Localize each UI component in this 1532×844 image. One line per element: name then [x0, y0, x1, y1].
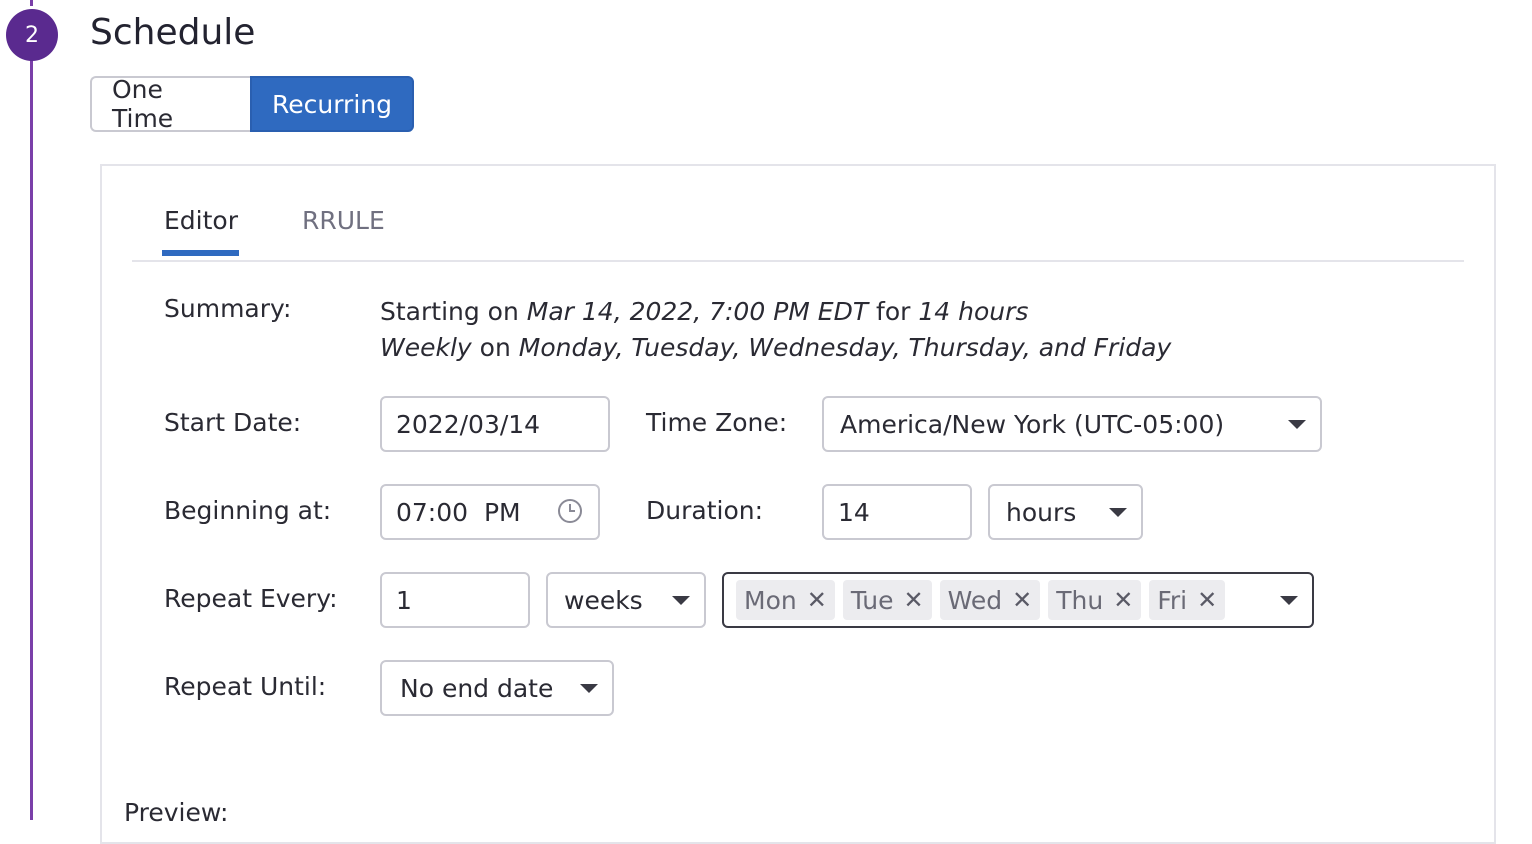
summary-line-2: Weekly on Monday, Tuesday, Wednesday, Th… — [380, 333, 1172, 362]
time-zone-label: Time Zone: — [646, 408, 788, 437]
chevron-down-icon — [580, 684, 598, 693]
one-time-button[interactable]: One Time — [90, 75, 250, 133]
beginning-at-time-input[interactable]: 07:00 PM — [380, 484, 600, 540]
duration-unit-select[interactable]: hours — [988, 484, 1143, 540]
beginning-at-label: Beginning at: — [164, 496, 332, 525]
repeat-until-value: No end date — [400, 673, 554, 703]
close-icon[interactable]: ✕ — [1113, 586, 1133, 614]
time-zone-value: America/New York (UTC-05:00) — [840, 409, 1225, 439]
section-title: Schedule — [90, 12, 256, 53]
preview-label: Preview: — [124, 798, 229, 827]
repeat-unit-value: weeks — [564, 585, 643, 615]
repeat-interval-input[interactable]: 1 — [380, 572, 530, 628]
repeat-until-select[interactable]: No end date — [380, 660, 614, 716]
duration-label: Duration: — [646, 496, 764, 525]
start-date-value: 2022/03/14 — [396, 409, 541, 439]
weekday-chip-fri: Fri ✕ — [1149, 580, 1226, 620]
chevron-down-icon — [1288, 420, 1306, 429]
repeat-interval-value: 1 — [396, 585, 412, 615]
chevron-down-icon — [1109, 508, 1127, 517]
clock-icon[interactable] — [558, 499, 582, 523]
duration-unit-value: hours — [1006, 497, 1077, 527]
recurring-button[interactable]: Recurring — [250, 76, 414, 132]
close-icon[interactable]: ✕ — [1197, 586, 1217, 614]
start-date-label: Start Date: — [164, 408, 302, 437]
repeat-until-label: Repeat Until: — [164, 672, 327, 701]
summary-text: Starting on Mar 14, 2022, 7:00 PM EDT fo… — [380, 294, 1171, 366]
summary-line-1: Starting on Mar 14, 2022, 7:00 PM EDT fo… — [380, 297, 1029, 326]
duration-value: 14 — [838, 497, 870, 527]
time-zone-select[interactable]: America/New York (UTC-05:00) — [822, 396, 1322, 452]
repeat-every-label: Repeat Every: — [164, 584, 338, 613]
close-icon[interactable]: ✕ — [904, 586, 924, 614]
chevron-down-icon[interactable] — [1280, 596, 1298, 605]
weekday-chip-tue: Tue ✕ — [842, 580, 932, 620]
summary-label: Summary: — [164, 294, 292, 323]
tab-rrule[interactable]: RRULE — [302, 206, 385, 235]
step-line — [30, 60, 33, 820]
schedule-type-toggle: One Time Recurring — [90, 75, 414, 133]
start-date-input[interactable]: 2022/03/14 — [380, 396, 610, 452]
editor-tabs: Editor RRULE — [132, 190, 1464, 262]
weekday-chip-wed: Wed ✕ — [939, 580, 1041, 620]
chevron-down-icon — [672, 596, 690, 605]
step-line-top — [30, 0, 33, 6]
tab-editor[interactable]: Editor — [164, 206, 238, 235]
weekday-multiselect[interactable]: Mon ✕ Tue ✕ Wed ✕ Thu ✕ Fri ✕ — [722, 572, 1314, 628]
active-tab-indicator — [162, 250, 239, 256]
weekday-chip-thu: Thu ✕ — [1048, 580, 1142, 620]
close-icon[interactable]: ✕ — [807, 586, 827, 614]
beginning-at-value: 07:00 PM — [396, 497, 521, 527]
close-icon[interactable]: ✕ — [1012, 586, 1032, 614]
weekday-chip-mon: Mon ✕ — [736, 580, 835, 620]
repeat-unit-select[interactable]: weeks — [546, 572, 706, 628]
duration-input[interactable]: 14 — [822, 484, 972, 540]
step-number-badge: 2 — [6, 9, 58, 61]
